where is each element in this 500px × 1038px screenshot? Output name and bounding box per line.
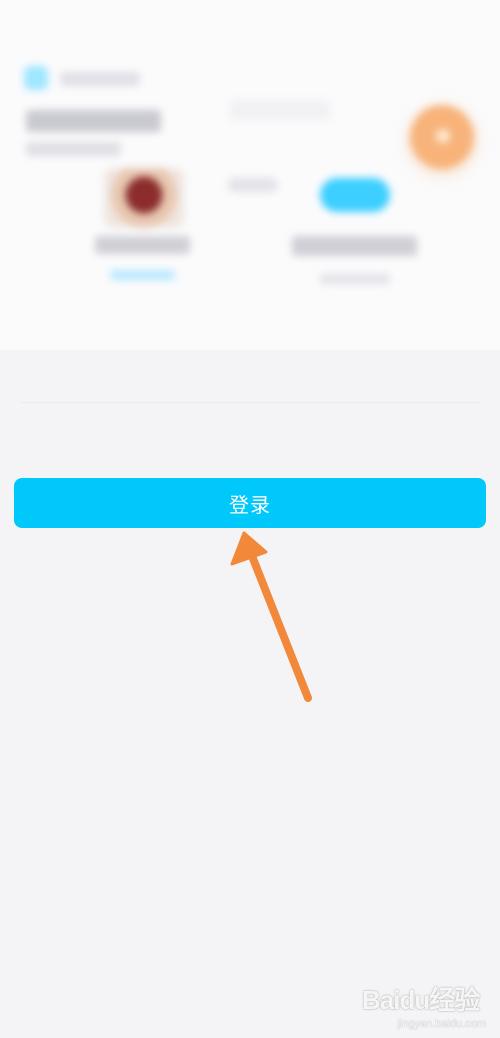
blurred-app-subtitle bbox=[320, 274, 390, 284]
user-avatar bbox=[104, 168, 184, 228]
watermark-subtext: jingyan.baidu.com bbox=[397, 1018, 486, 1030]
blurred-switch-link bbox=[110, 270, 175, 280]
blurred-subheading bbox=[26, 142, 121, 156]
blurred-heading bbox=[26, 110, 161, 132]
connector-icon bbox=[228, 178, 278, 192]
app-logo-icon bbox=[24, 66, 48, 90]
login-button[interactable]: 登录 bbox=[14, 478, 486, 528]
divider bbox=[20, 402, 480, 403]
blurred-account-card bbox=[0, 0, 500, 350]
app-badge-icon bbox=[320, 178, 390, 212]
watermark: Baidu经验 jingyan.baidu.com bbox=[356, 970, 486, 1030]
blurred-app-name bbox=[60, 72, 140, 86]
blurred-app-title bbox=[292, 236, 417, 256]
watermark-text: Baidu经验 bbox=[362, 985, 480, 1015]
orange-avatar-icon bbox=[410, 105, 474, 169]
blur-layer bbox=[0, 0, 500, 350]
blurred-user-name bbox=[95, 236, 190, 254]
blurred-top-right-text bbox=[230, 100, 330, 120]
